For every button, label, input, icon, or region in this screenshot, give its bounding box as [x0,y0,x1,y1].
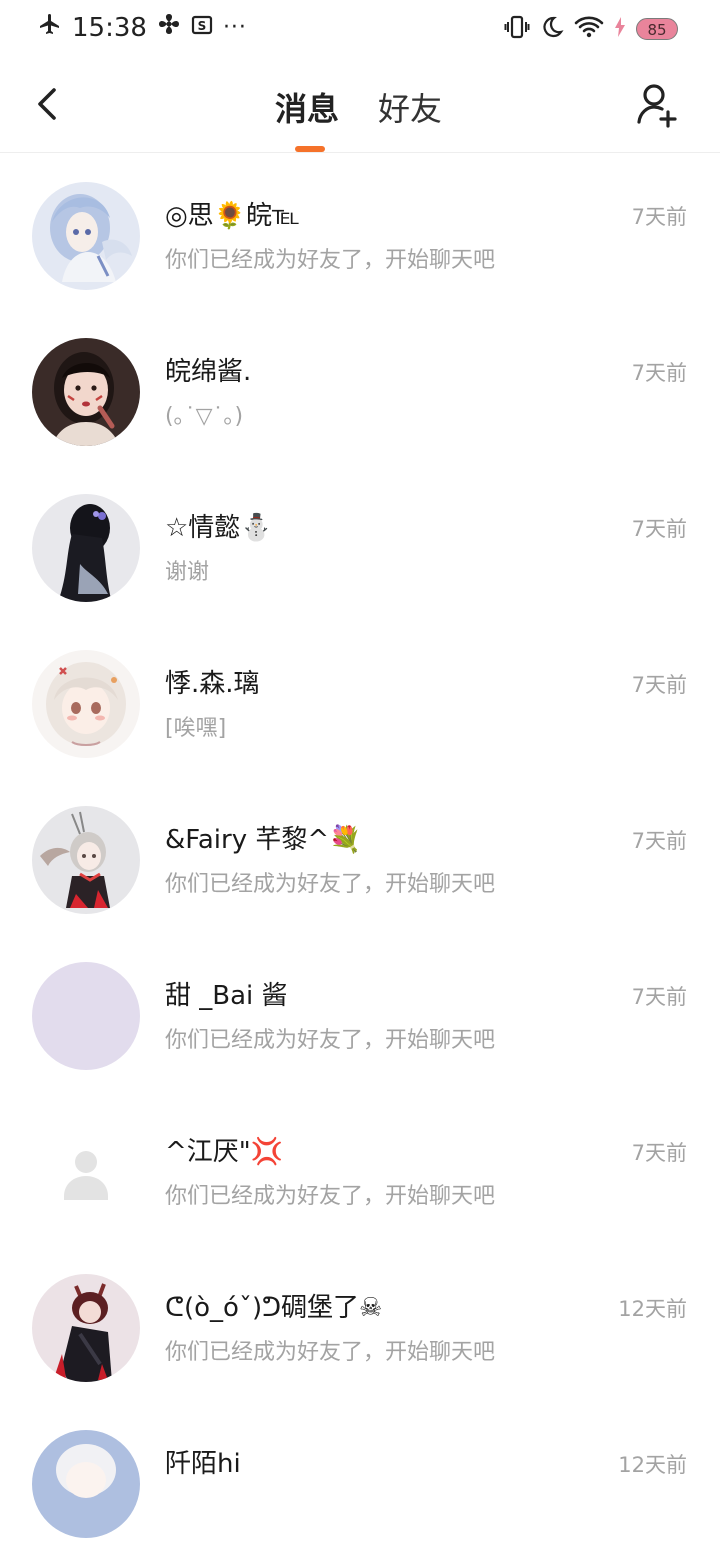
message-time: 12天前 [618,1453,687,1477]
airplane-icon [38,12,62,43]
contact-name: 悸.森.璃 [165,669,260,699]
avatar[interactable] [32,1274,140,1382]
more-dots: ··· [222,15,247,40]
contact-name: ^江厌"💢 [165,1137,284,1167]
message-time: 7天前 [631,205,687,229]
contact-name: 皖绵酱. [165,357,252,387]
contact-name: 阡陌hi [165,1449,241,1479]
message-preview: 你们已经成为好友了，开始聊天吧 [165,1340,496,1365]
status-time: 15:38 [72,12,147,43]
active-tab-indicator [295,146,325,152]
conversation-row[interactable]: 悸.森.璃 [唉嘿] 7天前 [0,621,720,777]
conversation-row[interactable]: ☆情懿⛄ 谢谢 7天前 [0,465,720,621]
message-time: 7天前 [631,985,687,1009]
conversation-row[interactable]: ᕦ(ò_óˇ)ᕤ碉堡了☠ 你们已经成为好友了，开始聊天吧 12天前 [0,1245,720,1401]
avatar[interactable] [32,1430,140,1538]
avatar[interactable] [32,1118,140,1226]
conversation-row[interactable]: 阡陌hi 12天前 [0,1401,720,1557]
message-time: 7天前 [631,829,687,853]
message-preview: 你们已经成为好友了，开始聊天吧 [165,872,496,897]
message-preview: 你们已经成为好友了，开始聊天吧 [165,1028,496,1053]
message-time: 7天前 [631,517,687,541]
contact-name: 甜 _Bai 酱 [165,981,288,1011]
add-user-icon [637,84,677,128]
avatar[interactable] [32,650,140,758]
message-preview: 谢谢 [165,560,210,585]
message-preview: 你们已经成为好友了，开始聊天吧 [165,1184,496,1209]
fan-icon [157,12,181,43]
avatar[interactable] [32,182,140,290]
nav-bar: 消息 好友 [0,58,720,153]
vibrate-icon [504,14,530,44]
battery-indicator: 85 [636,18,678,40]
wifi-icon [574,15,604,43]
message-time: 12天前 [618,1297,687,1321]
conversation-list: ◎思🌻皖℡ 你们已经成为好友了，开始聊天吧 7天前 皖绵酱. (｡˙▽˙｡) 7… [0,153,720,1557]
avatar[interactable] [32,494,140,602]
message-time: 7天前 [631,1141,687,1165]
conversation-row[interactable]: ^江厌"💢 你们已经成为好友了，开始聊天吧 7天前 [0,1089,720,1245]
contact-name: ᕦ(ò_óˇ)ᕤ碉堡了☠ [165,1293,383,1323]
conversation-row[interactable]: 皖绵酱. (｡˙▽˙｡) 7天前 [0,309,720,465]
contact-name: &Fairy 芊黎^💐 [165,825,362,855]
avatar[interactable] [32,806,140,914]
tab-friends[interactable]: 好友 [378,84,442,130]
message-time: 7天前 [631,673,687,697]
message-preview: 你们已经成为好友了，开始聊天吧 [165,248,496,273]
screenshot-icon: S [191,13,213,43]
contact-name: ☆情懿⛄ [165,513,273,543]
svg-text:S: S [198,19,207,33]
conversation-row[interactable]: &Fairy 芊黎^💐 你们已经成为好友了，开始聊天吧 7天前 [0,777,720,933]
default-person-icon [32,1118,140,1226]
back-button[interactable] [30,84,64,124]
message-preview: [唉嘿] [165,716,227,741]
avatar[interactable] [32,338,140,446]
charging-icon [614,16,626,42]
add-friend-button[interactable] [636,82,680,128]
moon-icon [540,15,564,43]
message-time: 7天前 [631,361,687,385]
status-bar: 15:38 S ··· 85 [0,0,720,58]
tab-messages[interactable]: 消息 [275,84,339,130]
avatar[interactable] [32,962,140,1070]
message-preview: (｡˙▽˙｡) [165,404,244,429]
conversation-row[interactable]: 甜 _Bai 酱 你们已经成为好友了，开始聊天吧 7天前 [0,933,720,1089]
contact-name: ◎思🌻皖℡ [165,201,300,231]
conversation-row[interactable]: ◎思🌻皖℡ 你们已经成为好友了，开始聊天吧 7天前 [0,153,720,309]
